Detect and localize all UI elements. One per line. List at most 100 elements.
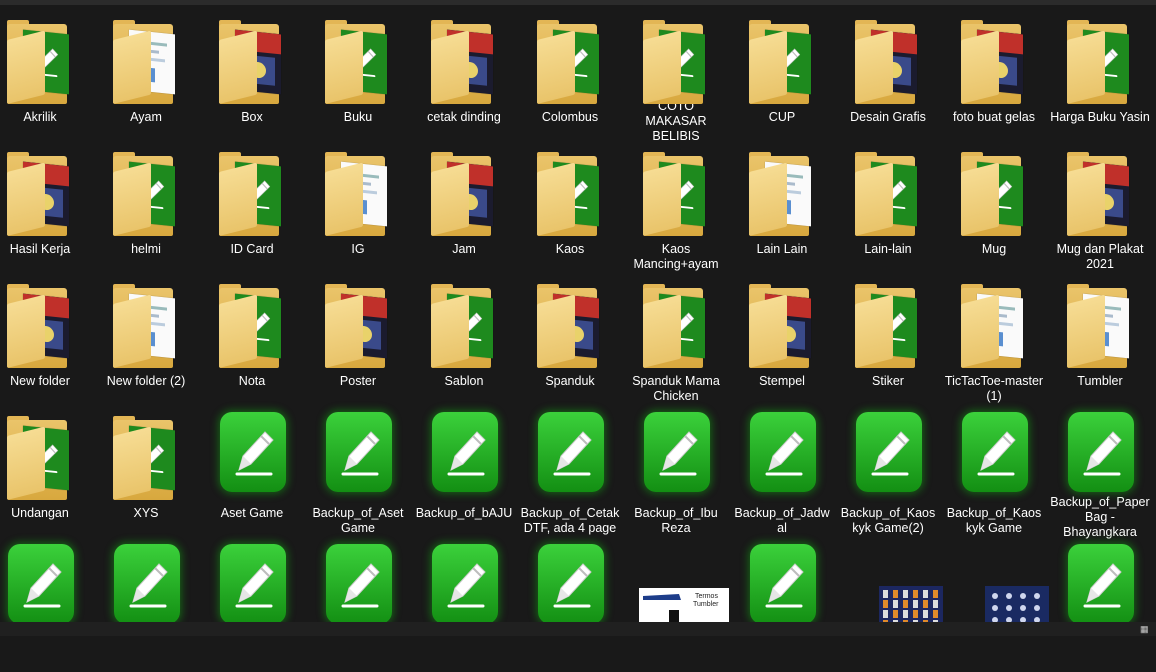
folder-item[interactable]: IG: [305, 144, 411, 276]
item-label: CUP: [768, 110, 796, 124]
item-label: Undangan: [11, 506, 69, 520]
item-label: Jam: [452, 242, 476, 256]
folder-item[interactable]: Harga Buku Yasin: [1047, 12, 1153, 144]
item-label: COTO MAKASAR BELIBIS: [645, 99, 707, 143]
file-item[interactable]: [305, 540, 411, 672]
item-label: Backup_of_Ibu Reza: [634, 506, 718, 535]
folder-icon: [517, 144, 623, 240]
folder-icon: [941, 12, 1047, 108]
folder-item[interactable]: Kaos: [517, 144, 623, 276]
file-item[interactable]: Backup_of_Kaos kyk Game(2): [835, 408, 941, 540]
folder-item[interactable]: Poster: [305, 276, 411, 408]
coreldraw-file-icon: [326, 412, 392, 492]
folder-icon: [411, 12, 517, 108]
folder-item[interactable]: COTO MAKASAR BELIBIS: [623, 12, 729, 144]
folder-item[interactable]: Mug dan Plakat 2021: [1047, 144, 1153, 276]
folder-item[interactable]: Box: [199, 12, 305, 144]
folder-item[interactable]: TicTacToe-master (1): [941, 276, 1047, 408]
item-label: Akrilik: [23, 110, 57, 124]
coreldraw-file-icon: [750, 412, 816, 492]
file-item[interactable]: [1047, 540, 1153, 672]
folder-item[interactable]: Mug: [941, 144, 1047, 276]
item-label: Backup_of_Cetak DTF, ada 4 page: [520, 506, 620, 535]
file-item[interactable]: [0, 540, 93, 672]
file-item[interactable]: Backup_of_Kaos kyk Game: [941, 408, 1047, 540]
folder-item[interactable]: Stiker: [835, 276, 941, 408]
item-label: cetak dinding: [427, 110, 501, 124]
folder-icon: [1047, 12, 1153, 108]
item-label: foto buat gelas: [952, 110, 1035, 124]
folder-item[interactable]: Spanduk: [517, 276, 623, 408]
folder-item[interactable]: New folder (2): [93, 276, 199, 408]
folder-item[interactable]: CUP: [729, 12, 835, 144]
file-item[interactable]: Backup_of_Cetak DTF, ada 4 page: [517, 408, 623, 540]
folder-item[interactable]: Lain Lain: [729, 144, 835, 276]
folder-item[interactable]: Undangan: [0, 408, 93, 540]
folder-icon: [941, 144, 1047, 240]
item-label: Desain Grafis: [850, 110, 926, 124]
file-item[interactable]: [411, 540, 517, 672]
file-item[interactable]: [199, 540, 305, 672]
item-label: Backup_of_Aset Game: [312, 506, 404, 535]
folder-item[interactable]: Sablon: [411, 276, 517, 408]
item-label: Aset Game: [220, 506, 284, 520]
file-item[interactable]: [517, 540, 623, 672]
folder-item[interactable]: XYS: [93, 408, 199, 540]
file-item[interactable]: [835, 540, 943, 672]
file-item[interactable]: Backup_of_bAJU: [411, 408, 517, 540]
coreldraw-file-icon: [326, 544, 392, 624]
item-label: Colombus: [541, 110, 599, 124]
folder-item[interactable]: Jam: [411, 144, 517, 276]
folder-item[interactable]: Lain-lain: [835, 144, 941, 276]
folder-item[interactable]: Ayam: [93, 12, 199, 144]
item-label: Lain-lain: [864, 242, 912, 256]
item-label: Lain Lain: [756, 242, 808, 256]
item-label: Ayam: [130, 110, 162, 124]
item-label: Mug dan Plakat 2021: [1056, 242, 1144, 271]
folder-item[interactable]: Buku: [305, 12, 411, 144]
file-icon: [1047, 408, 1153, 493]
item-label: Stempel: [759, 374, 805, 388]
coreldraw-file-icon: [8, 544, 74, 624]
folder-item[interactable]: Kaos Mancing+ayam: [623, 144, 729, 276]
coreldraw-file-icon: [538, 544, 604, 624]
folder-item[interactable]: helmi: [93, 144, 199, 276]
folder-icon: [0, 144, 93, 240]
folder-icon: [941, 276, 1047, 372]
folder-icon: [411, 276, 517, 372]
folder-item[interactable]: foto buat gelas: [941, 12, 1047, 144]
file-item[interactable]: Backup_of_Paper Bag - Bhayangkara: [1047, 408, 1153, 540]
folder-icon: [199, 144, 305, 240]
folder-item[interactable]: cetak dinding: [411, 12, 517, 144]
folder-item[interactable]: Desain Grafis: [835, 12, 941, 144]
folder-icon: [411, 144, 517, 240]
item-label: TicTacToe-master (1): [944, 374, 1044, 403]
status-bar: ▦: [0, 622, 1156, 636]
folder-item[interactable]: Colombus: [517, 12, 623, 144]
folder-item[interactable]: Spanduk Mama Chicken: [623, 276, 729, 408]
folder-icon: [729, 276, 835, 372]
file-item[interactable]: Backup_of_Jadwal: [729, 408, 835, 540]
file-item[interactable]: Backup_of_Aset Game: [305, 408, 411, 540]
file-item[interactable]: Backup_of_Ibu Reza: [623, 408, 729, 540]
folder-item[interactable]: Akrilik: [0, 12, 93, 144]
folder-item[interactable]: Tumbler: [1047, 276, 1153, 408]
folder-icon: [835, 12, 941, 108]
item-label: Buku: [343, 110, 373, 124]
file-item[interactable]: Termos Tumbler: [623, 540, 729, 672]
item-label: Backup_of_Paper Bag - Bhayangkara: [1050, 495, 1150, 539]
details-view-icon[interactable]: ▦: [1140, 624, 1150, 634]
file-item[interactable]: Aset Game: [199, 408, 305, 540]
item-label: Nota: [238, 374, 266, 388]
folder-item[interactable]: New folder: [0, 276, 93, 408]
file-item[interactable]: [729, 540, 835, 672]
folder-item[interactable]: Hasil Kerja: [0, 144, 93, 276]
file-item[interactable]: [93, 540, 199, 672]
folder-item[interactable]: ID Card: [199, 144, 305, 276]
folder-item[interactable]: Stempel: [729, 276, 835, 408]
folder-icon: [0, 408, 93, 504]
coreldraw-file-icon: [962, 412, 1028, 492]
file-item[interactable]: [941, 540, 1049, 672]
item-label: helmi: [131, 242, 161, 256]
folder-item[interactable]: Nota: [199, 276, 305, 408]
